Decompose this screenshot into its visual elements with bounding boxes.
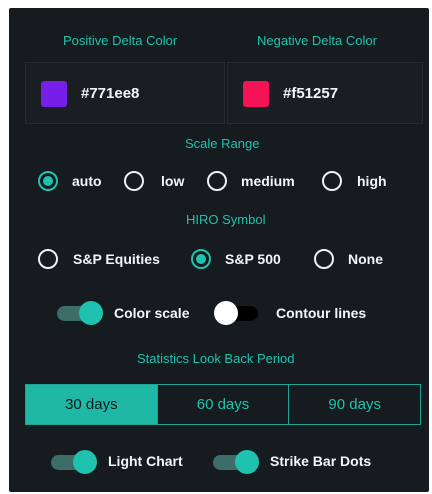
strike-bar-dots-label: Strike Bar Dots: [270, 453, 372, 469]
hiro-symbol-label: HIRO Symbol: [186, 212, 266, 227]
hiro-sp500-radio[interactable]: [191, 249, 211, 269]
light-chart-toggle-knob[interactable]: [73, 450, 97, 474]
light-chart-label: Light Chart: [108, 453, 183, 469]
hiro-sp-equities-label[interactable]: S&P Equities: [73, 251, 160, 267]
lookback-90-days-button[interactable]: 90 days: [288, 385, 420, 424]
positive-color-hex: #771ee8: [81, 85, 140, 102]
negative-color-swatch[interactable]: [243, 81, 269, 107]
scale-range-high-label[interactable]: high: [357, 173, 387, 189]
light-chart-toggle[interactable]: [51, 450, 97, 474]
hiro-none-label[interactable]: None: [348, 251, 383, 267]
color-scale-label: Color scale: [114, 305, 190, 321]
scale-range-high-radio[interactable]: [322, 171, 342, 191]
scale-range-auto-radio[interactable]: [38, 171, 58, 191]
hiro-none-radio[interactable]: [314, 249, 334, 269]
negative-color-picker[interactable]: #f51257: [227, 62, 423, 124]
contour-lines-label: Contour lines: [276, 305, 367, 321]
lookback-30-days-button[interactable]: 30 days: [26, 385, 157, 424]
scale-range-auto-label[interactable]: auto: [72, 173, 102, 189]
color-scale-toggle[interactable]: [57, 301, 103, 325]
scale-range-low-label[interactable]: low: [161, 173, 184, 189]
positive-delta-color-label: Positive Delta Color: [63, 33, 178, 48]
positive-color-swatch[interactable]: [41, 81, 67, 107]
hiro-sp-equities-radio[interactable]: [38, 249, 58, 269]
strike-bar-dots-toggle[interactable]: [213, 450, 259, 474]
contour-lines-toggle[interactable]: [214, 301, 262, 325]
lookback-60-days-button[interactable]: 60 days: [156, 385, 289, 424]
color-scale-toggle-knob[interactable]: [79, 301, 103, 325]
negative-delta-color-label: Negative Delta Color: [257, 33, 377, 48]
scale-range-low-radio[interactable]: [124, 171, 144, 191]
positive-color-picker[interactable]: #771ee8: [25, 62, 225, 124]
scale-range-medium-radio[interactable]: [207, 171, 227, 191]
contour-lines-toggle-knob[interactable]: [214, 301, 238, 325]
negative-color-hex: #f51257: [283, 85, 339, 102]
settings-panel: Positive Delta Color Negative Delta Colo…: [9, 8, 429, 492]
lookback-period-segmented-control: 30 days 60 days 90 days: [25, 384, 421, 425]
lookback-period-label: Statistics Look Back Period: [137, 351, 295, 366]
scale-range-label: Scale Range: [185, 136, 260, 151]
strike-bar-dots-toggle-knob[interactable]: [235, 450, 259, 474]
hiro-sp500-label[interactable]: S&P 500: [225, 251, 281, 267]
scale-range-medium-label[interactable]: medium: [241, 173, 295, 189]
